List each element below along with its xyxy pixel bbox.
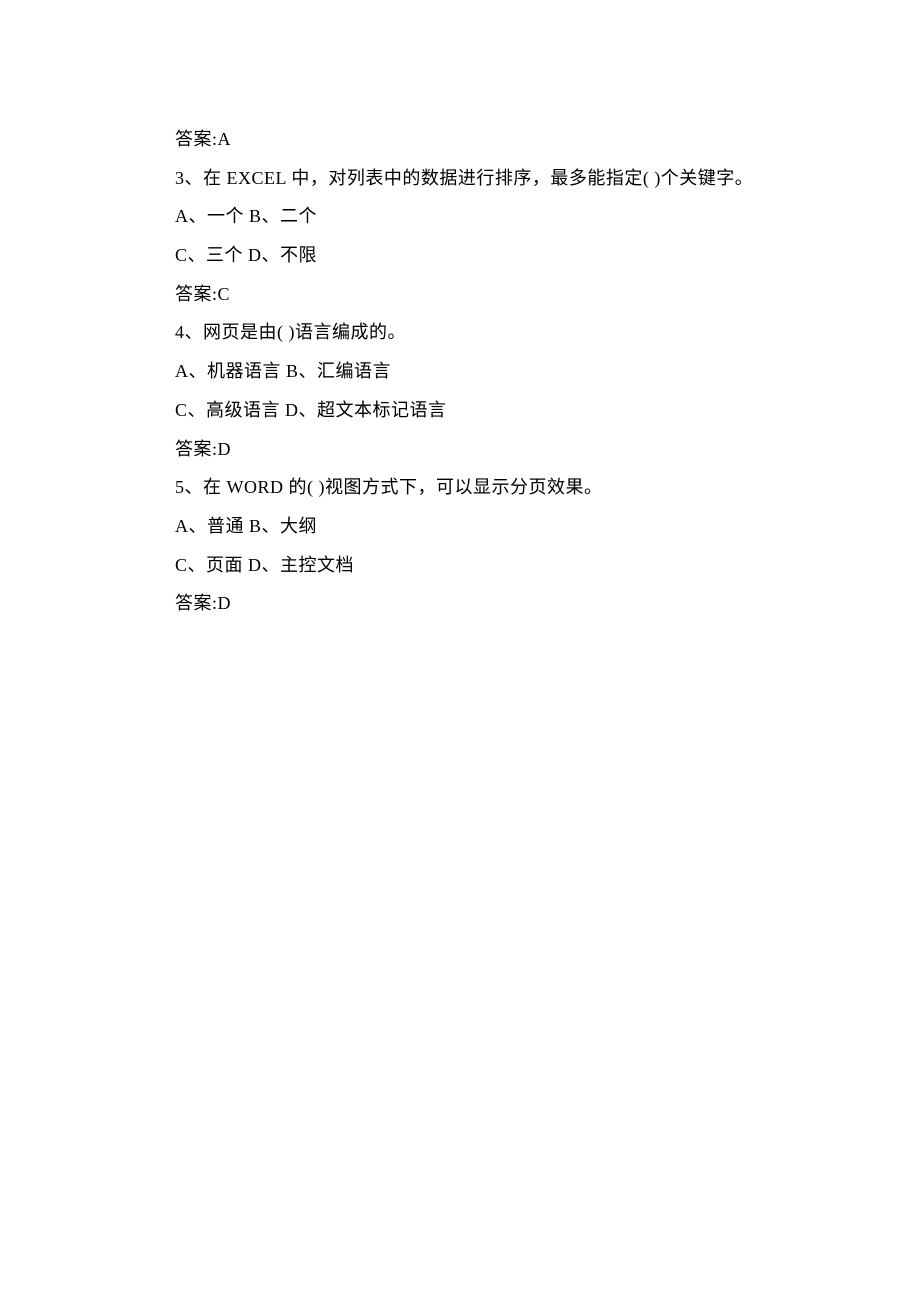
answer-line-q4: 答案:D [175,430,745,469]
question-3-options-ab: A、一个 B、二个 [175,197,745,236]
answer-line-q5: 答案:D [175,584,745,623]
question-5-options-ab: A、普通 B、大纲 [175,507,745,546]
answer-line-q3: 答案:C [175,275,745,314]
question-4-options-cd: C、高级语言 D、超文本标记语言 [175,391,745,430]
question-5-options-cd: C、页面 D、主控文档 [175,546,745,585]
question-3-text: 3、在 EXCEL 中，对列表中的数据进行排序，最多能指定( )个关键字。 [175,159,745,198]
question-3-options-cd: C、三个 D、不限 [175,236,745,275]
question-4-options-ab: A、机器语言 B、汇编语言 [175,352,745,391]
question-4-text: 4、网页是由( )语言编成的。 [175,313,745,352]
answer-line-q2: 答案:A [175,120,745,159]
document-page: 答案:A 3、在 EXCEL 中，对列表中的数据进行排序，最多能指定( )个关键… [0,0,920,623]
question-5-text: 5、在 WORD 的( )视图方式下，可以显示分页效果。 [175,468,745,507]
